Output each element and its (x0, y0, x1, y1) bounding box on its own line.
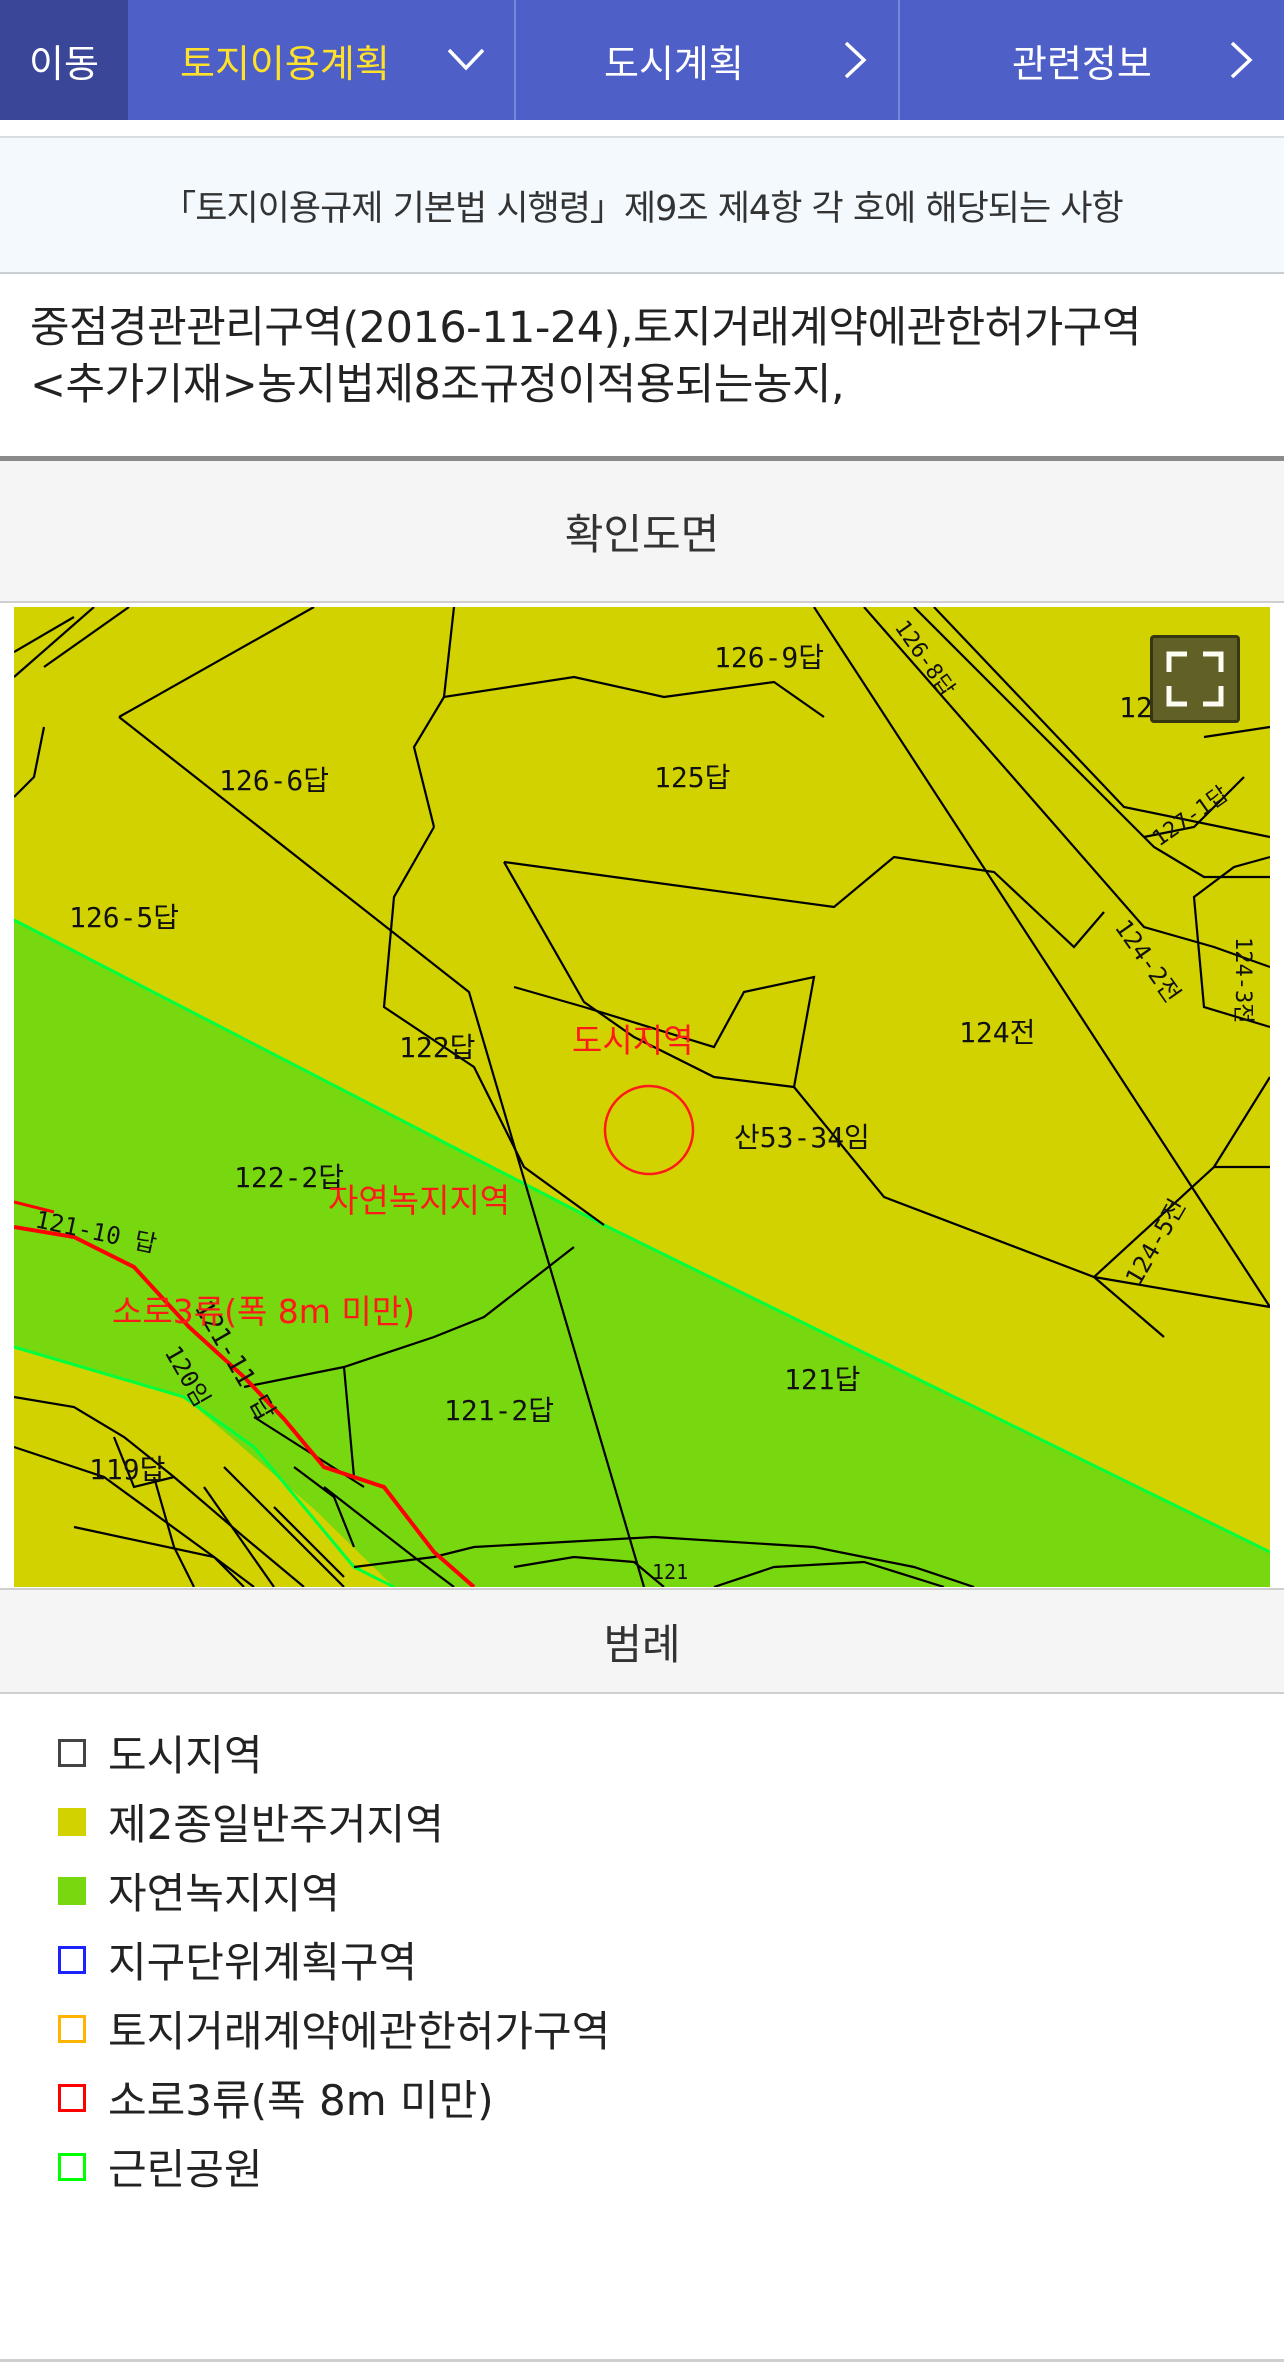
parcel-label: 121 (652, 1560, 688, 1584)
legend-section-title: 범례 (0, 1588, 1284, 1694)
map-section-title: 확인도면 (0, 461, 1284, 603)
legend-swatch (58, 1738, 86, 1767)
parcel-label: 121답 (784, 1363, 860, 1396)
legend-item: 근린공원 (58, 2132, 1258, 2201)
bottom-divider (0, 2359, 1284, 2362)
zone-detail-line2: <추가기재>농지법제8조규정이적용되는농지, (30, 360, 845, 410)
legend-label: 도시지역 (108, 1731, 263, 1780)
legend-item: 지구단위계획구역 (58, 1925, 1258, 1994)
cadastral-map[interactable]: 126-9답 126-6답 125답 126-5답 122답 124전 산53-… (14, 607, 1270, 1587)
parcel-label: 119답 (89, 1453, 165, 1486)
legal-notice: 「토지이용규제 기본법 시행령」제9조 제4항 각 호에 해당되는 사항 (0, 136, 1284, 274)
legend-label: 제2종일반주거지역 (108, 1800, 444, 1849)
legend-swatch (58, 2014, 86, 2043)
chevron-right-icon (844, 41, 867, 79)
legend-label: 자연녹지지역 (108, 1869, 340, 1918)
parcel-label: 122답 (399, 1031, 475, 1064)
map-title: 확인도면 (564, 509, 720, 559)
legend-swatch (58, 1876, 86, 1905)
zone-detail: 중점경관관리구역(2016-11-24),토지거래계약에관한허가구역 <추가기재… (30, 300, 1260, 414)
parcel-label: 126-5답 (69, 901, 179, 934)
parcel-label: 산53-34임 (734, 1121, 870, 1154)
parcel-label: 121-2답 (444, 1394, 554, 1427)
parcel-label: 12 (1119, 691, 1153, 724)
legend-title: 범례 (603, 1619, 681, 1669)
tab-label: 도시계획 (604, 41, 744, 86)
legend-label: 지구단위계획구역 (108, 1938, 418, 1987)
legend-item: 도시지역 (58, 1718, 1258, 1787)
legend-swatch (58, 1945, 86, 1974)
parcel-label: 124전 (959, 1016, 1035, 1049)
legend-swatch (58, 2083, 86, 2112)
legend-item: 토지거래계약에관한허가구역 (58, 1994, 1258, 2063)
legal-notice-text: 「토지이용규제 기본법 시행령」제9조 제4항 각 호에 해당되는 사항 (161, 188, 1123, 229)
legend-item: 소로3류(폭 8m 미만) (58, 2063, 1258, 2132)
tab-label: 관련정보 (1012, 41, 1152, 86)
parcel-label: 126-9답 (714, 641, 824, 674)
legend-list: 도시지역 제2종일반주거지역 자연녹지지역 지구단위계획구역 토지거래계약에관한… (58, 1718, 1258, 2201)
fullscreen-button[interactable] (1150, 635, 1240, 723)
tab-land-use-plan[interactable]: 토지이용계획 (128, 0, 514, 120)
parcel-label: 125답 (654, 761, 730, 794)
legend-label: 근린공원 (108, 2145, 263, 2194)
tab-label: 토지이용계획 (180, 41, 390, 86)
nav-move-button[interactable]: 이동 (0, 0, 128, 120)
legend-label: 토지거래계약에관한허가구역 (108, 2007, 611, 2056)
tab-related-info[interactable]: 관련정보 (898, 0, 1284, 120)
legend-swatch (58, 2152, 86, 2181)
nav-move-label: 이동 (29, 41, 99, 86)
zone-label-urban: 도시지역 (572, 1021, 693, 1060)
chevron-right-icon (1230, 41, 1253, 79)
legend-swatch (58, 1807, 86, 1836)
legend-item: 제2종일반주거지역 (58, 1787, 1258, 1856)
parcel-label: 124-3전 (1230, 937, 1255, 1023)
map-svg[interactable]: 126-9답 126-6답 125답 126-5답 122답 124전 산53-… (14, 607, 1270, 1587)
zone-label-road: 소로3류(폭 8m 미만) (112, 1292, 415, 1331)
legend-label: 소로3류(폭 8m 미만) (108, 2076, 494, 2125)
zone-detail-line1: 중점경관관리구역(2016-11-24),토지거래계약에관한허가구역 (30, 303, 1141, 353)
zone-label-green: 자연녹지지역 (328, 1181, 510, 1220)
chevron-down-icon (447, 48, 485, 71)
parcel-label: 126-6답 (219, 764, 329, 797)
tab-urban-plan[interactable]: 도시계획 (514, 0, 898, 120)
fullscreen-icon (1166, 651, 1224, 707)
legend-item: 자연녹지지역 (58, 1856, 1258, 1925)
top-nav: 이동 토지이용계획 도시계획 관련정보 (0, 0, 1284, 120)
